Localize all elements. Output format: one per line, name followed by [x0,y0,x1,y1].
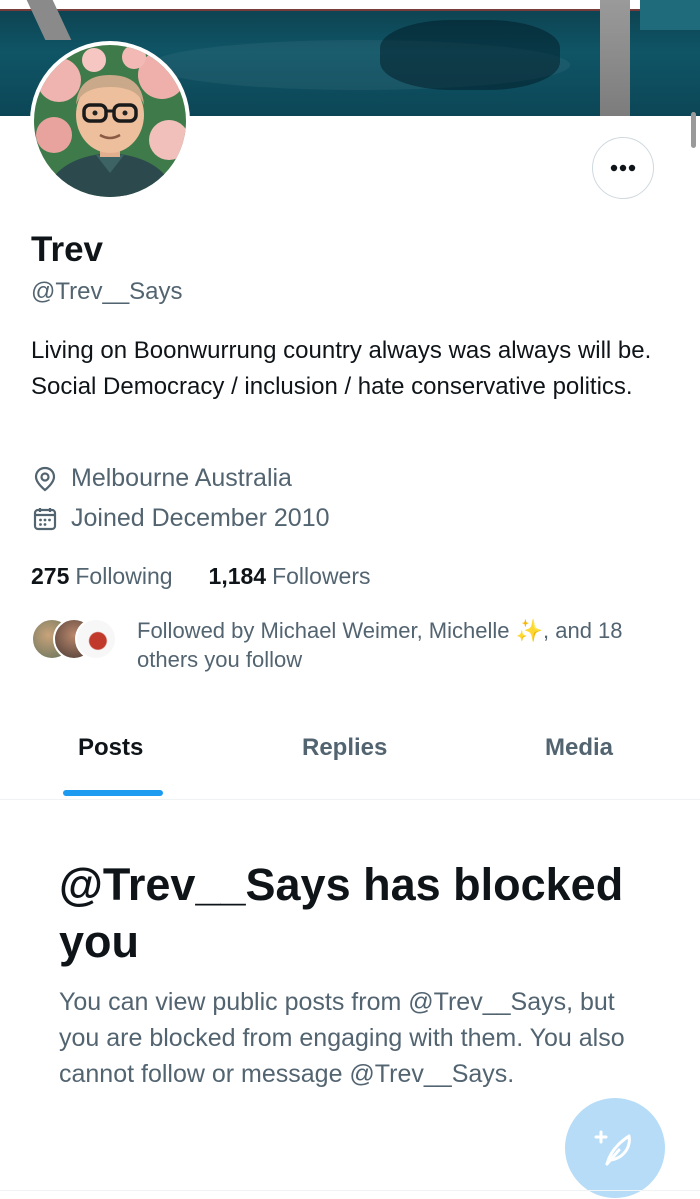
compose-post-icon [594,1130,631,1166]
more-options-icon [610,164,636,172]
profile-handle: @Trev__Says [31,278,183,305]
joined-text: Joined December 2010 [71,504,330,532]
profile-location: Melbourne Australia [31,464,292,493]
banner-shadow [380,20,560,90]
following-label: Following [75,563,173,589]
calendar-icon [31,505,59,533]
blocked-title: @Trev__Says has blocked you [59,859,624,967]
profile-avatar[interactable] [30,41,190,201]
profile-stats: 275 Following 1,184 Followers [31,563,407,590]
scrollbar[interactable] [691,112,696,148]
banner-top-edge [0,0,700,9]
profile-tabs: Posts Replies Media [0,715,700,800]
profile-joined-date: Joined December 2010 [31,504,330,533]
followed-by-text: Followed by Michael Weimer, Michelle ✨, … [137,618,623,672]
followed-by[interactable]: Followed by Michael Weimer, Michelle ✨, … [31,616,623,672]
compose-post-button[interactable] [565,1098,665,1198]
tab-replies[interactable]: Replies [302,734,387,762]
followers-count: 1,184 [208,563,267,589]
banner-pier [600,0,630,116]
profile-bio: Living on Boonwurrung country always was… [31,337,652,400]
following-link[interactable]: 275 Following [31,563,173,590]
more-options-button[interactable] [592,137,654,199]
divider [0,1190,700,1191]
followers-link[interactable]: 1,184 Followers [209,563,371,590]
active-tab-indicator [63,790,163,796]
location-pin-icon [31,465,59,493]
following-count: 275 [31,563,70,589]
followers-label: Followers [272,563,371,589]
followed-by-avatars [31,616,117,660]
location-text: Melbourne Australia [71,464,292,492]
banner-detail [0,9,700,11]
avatar [75,618,117,660]
tab-media[interactable]: Media [545,734,613,762]
tab-posts[interactable]: Posts [78,734,143,762]
banner-water [640,0,700,30]
profile-name: Trev [31,230,103,269]
avatar-image [34,45,186,197]
blocked-description: You can view public posts from @Trev__Sa… [59,988,625,1088]
